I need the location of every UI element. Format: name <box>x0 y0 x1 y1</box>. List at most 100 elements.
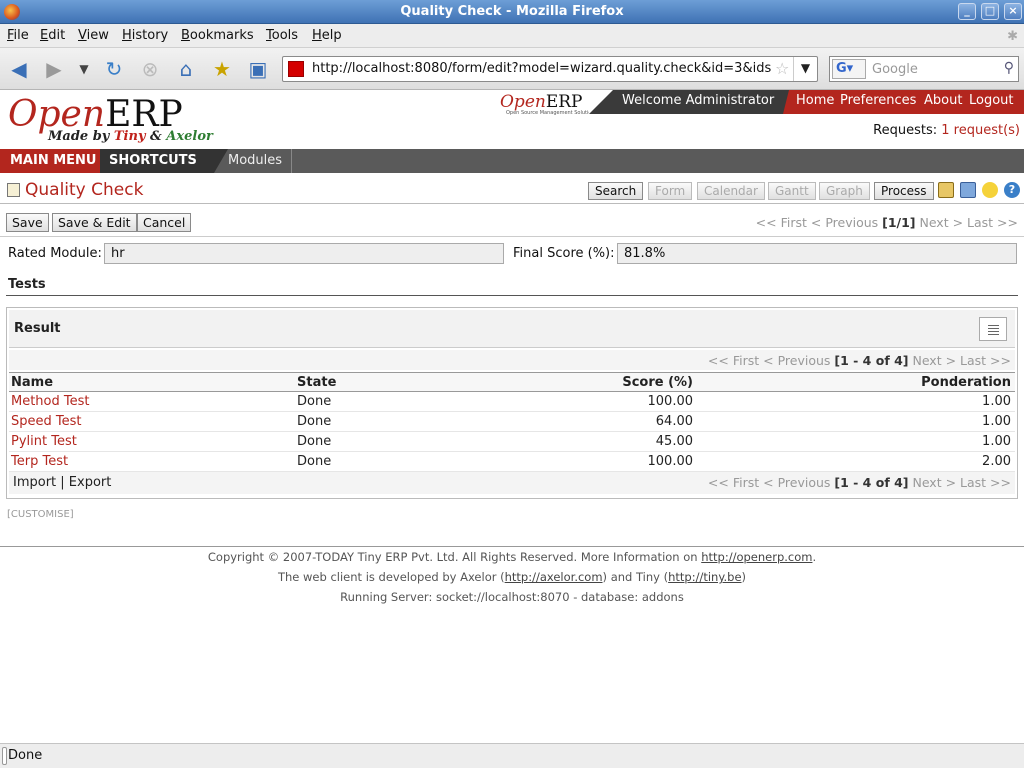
grid-pager-top: << First < Previous [1 - 4 of 4] Next > … <box>9 350 1015 370</box>
nav-logout[interactable]: Logout <box>969 93 1014 108</box>
nav-about[interactable]: About <box>924 93 962 108</box>
customise-link[interactable]: [CUSTOMISE] <box>7 509 74 520</box>
form-header: Quality Check Search Form Calendar Gantt… <box>0 176 1024 204</box>
row-name[interactable]: Speed Test <box>11 414 81 429</box>
form-edit-icon <box>7 183 20 197</box>
modules-shortcut[interactable]: Modules <box>218 149 292 173</box>
import-export-links[interactable]: Import | Export <box>13 475 111 490</box>
column-state[interactable]: State <box>297 375 336 390</box>
requests-link[interactable]: 1 request(s) <box>941 123 1020 138</box>
menu-view[interactable]: View <box>78 28 109 43</box>
erp-header: OpenERP Made by Tiny & Axelor OpenERP Op… <box>0 90 1024 148</box>
final-score-field[interactable]: 81.8% <box>617 243 1017 264</box>
column-score[interactable]: Score (%) <box>589 375 693 390</box>
form-view-button[interactable]: Form <box>648 182 693 200</box>
search-bar[interactable]: G▾ Google ⚲ <box>829 56 1019 82</box>
url-text[interactable]: http://localhost:8080/form/edit?model=wi… <box>312 61 772 76</box>
column-ponderation[interactable]: Ponderation <box>889 375 1011 390</box>
maximize-icon[interactable]: □ <box>981 3 999 20</box>
record-pager[interactable]: << First < Previous [1/1] Next > Last >> <box>756 215 1018 230</box>
bookmarks-icon[interactable]: ▣ <box>246 57 270 81</box>
search-engine-icon[interactable]: G▾ <box>832 59 866 79</box>
tests-section-title: Tests <box>8 277 46 292</box>
calendar-view-button[interactable]: Calendar <box>697 182 765 200</box>
row-state: Done <box>297 394 332 409</box>
table-row[interactable]: Terp Test Done 100.00 2.00 <box>9 452 1015 472</box>
status-grip <box>2 747 7 765</box>
row-ponderation: 1.00 <box>982 434 1011 449</box>
graph-view-button[interactable]: Graph <box>819 182 870 200</box>
row-ponderation: 1.00 <box>982 414 1011 429</box>
window-title: Quality Check - Mozilla Firefox <box>400 4 624 19</box>
bookmark-star-icon[interactable]: ★ <box>210 57 234 81</box>
row-name[interactable]: Pylint Test <box>11 434 77 449</box>
small-logo-tagline: Open Source Management Solution <box>506 110 595 116</box>
copy-icon[interactable] <box>960 182 976 198</box>
menu-tools[interactable]: Tools <box>266 28 298 43</box>
search-icon[interactable]: ⚲ <box>1004 60 1014 76</box>
minimize-icon[interactable]: _ <box>958 3 976 20</box>
save-edit-button[interactable]: Save & Edit <box>52 213 137 232</box>
form-actions: Save Save & Edit Cancel << First < Previ… <box>0 209 1024 237</box>
cancel-button[interactable]: Cancel <box>137 213 192 232</box>
save-button[interactable]: Save <box>6 213 49 232</box>
main-menu-tab[interactable]: MAIN MENU <box>0 149 100 173</box>
requests: Requests: 1 request(s) <box>873 123 1020 138</box>
tiny-link[interactable]: http://tiny.be <box>668 570 741 584</box>
close-window-icon[interactable]: × <box>1004 3 1022 20</box>
result-grid: Result << First < Previous [1 - 4 of 4] … <box>6 307 1018 499</box>
row-state: Done <box>297 414 332 429</box>
menu-file[interactable]: File <box>7 28 29 43</box>
nav-preferences[interactable]: Preferences <box>840 93 916 108</box>
reload-icon[interactable]: ↻ <box>102 57 126 81</box>
rated-module-label: Rated Module: <box>8 246 102 261</box>
status-bar: Done <box>0 743 1024 768</box>
shortcuts-tab[interactable]: SHORTCUTS <box>100 149 228 173</box>
table-row[interactable]: Method Test Done 100.00 1.00 <box>9 392 1015 412</box>
bookmark-page-icon[interactable]: ☆ <box>775 59 789 78</box>
menu-help[interactable]: Help <box>312 28 342 43</box>
tests-separator <box>6 295 1018 296</box>
grid-pager-bottom[interactable]: << First < Previous [1 - 4 of 4] Next > … <box>708 475 1011 490</box>
throbber-icon: ✱ <box>1007 29 1018 44</box>
clipboard-icon[interactable] <box>938 182 954 198</box>
process-view-button[interactable]: Process <box>874 182 934 200</box>
main-menu-bar: MAIN MENU SHORTCUTS Modules <box>0 149 1024 173</box>
row-state: Done <box>297 434 332 449</box>
menu-bookmarks[interactable]: Bookmarks <box>181 28 254 43</box>
grid-pager-top-text[interactable]: << First < Previous [1 - 4 of 4] Next > … <box>708 353 1011 368</box>
row-name[interactable]: Terp Test <box>11 454 68 469</box>
url-bar[interactable]: http://localhost:8080/form/edit?model=wi… <box>282 56 818 82</box>
table-row[interactable]: Speed Test Done 64.00 1.00 <box>9 412 1015 432</box>
list-view-icon[interactable] <box>979 317 1007 341</box>
table-row[interactable]: Pylint Test Done 45.00 1.00 <box>9 432 1015 452</box>
history-dropdown-icon[interactable]: ▼ <box>72 57 96 81</box>
rated-module-field[interactable]: hr <box>104 243 504 264</box>
forward-icon[interactable]: ▶ <box>42 57 66 81</box>
url-dropdown-icon[interactable]: ▼ <box>793 57 817 81</box>
footer-separator <box>0 546 1024 547</box>
gantt-view-button[interactable]: Gantt <box>768 182 816 200</box>
axelor-link[interactable]: http://axelor.com <box>505 570 603 584</box>
row-name[interactable]: Method Test <box>11 394 90 409</box>
footer-server: Running Server: socket://localhost:8070 … <box>340 590 684 604</box>
footer-developed-by: The web client is developed by Axelor (h… <box>277 570 747 584</box>
footer-copyright: Copyright © 2007-TODAY Tiny ERP Pvt. Ltd… <box>207 550 817 564</box>
nav-home[interactable]: Home <box>796 93 834 108</box>
search-view-button[interactable]: Search <box>588 182 644 200</box>
logo-tagline: Made by Tiny & Axelor <box>48 129 213 144</box>
column-name[interactable]: Name <box>11 375 53 390</box>
help-icon[interactable]: ? <box>1004 182 1020 198</box>
stop-icon[interactable]: ⊗ <box>138 57 162 81</box>
menu-edit[interactable]: Edit <box>40 28 65 43</box>
home-icon[interactable]: ⌂ <box>174 57 198 81</box>
site-icon <box>288 61 304 77</box>
menu-history[interactable]: History <box>122 28 168 43</box>
welcome-text: Welcome Administrator <box>622 93 775 108</box>
openerp-link[interactable]: http://openerp.com <box>701 550 812 564</box>
top-nav: Home Preferences About Logout <box>783 90 1024 114</box>
status-text: Done <box>8 748 43 763</box>
back-icon[interactable]: ◀ <box>7 57 31 81</box>
translate-icon[interactable] <box>982 182 998 198</box>
small-openerp-logo: OpenERP <box>500 92 583 112</box>
